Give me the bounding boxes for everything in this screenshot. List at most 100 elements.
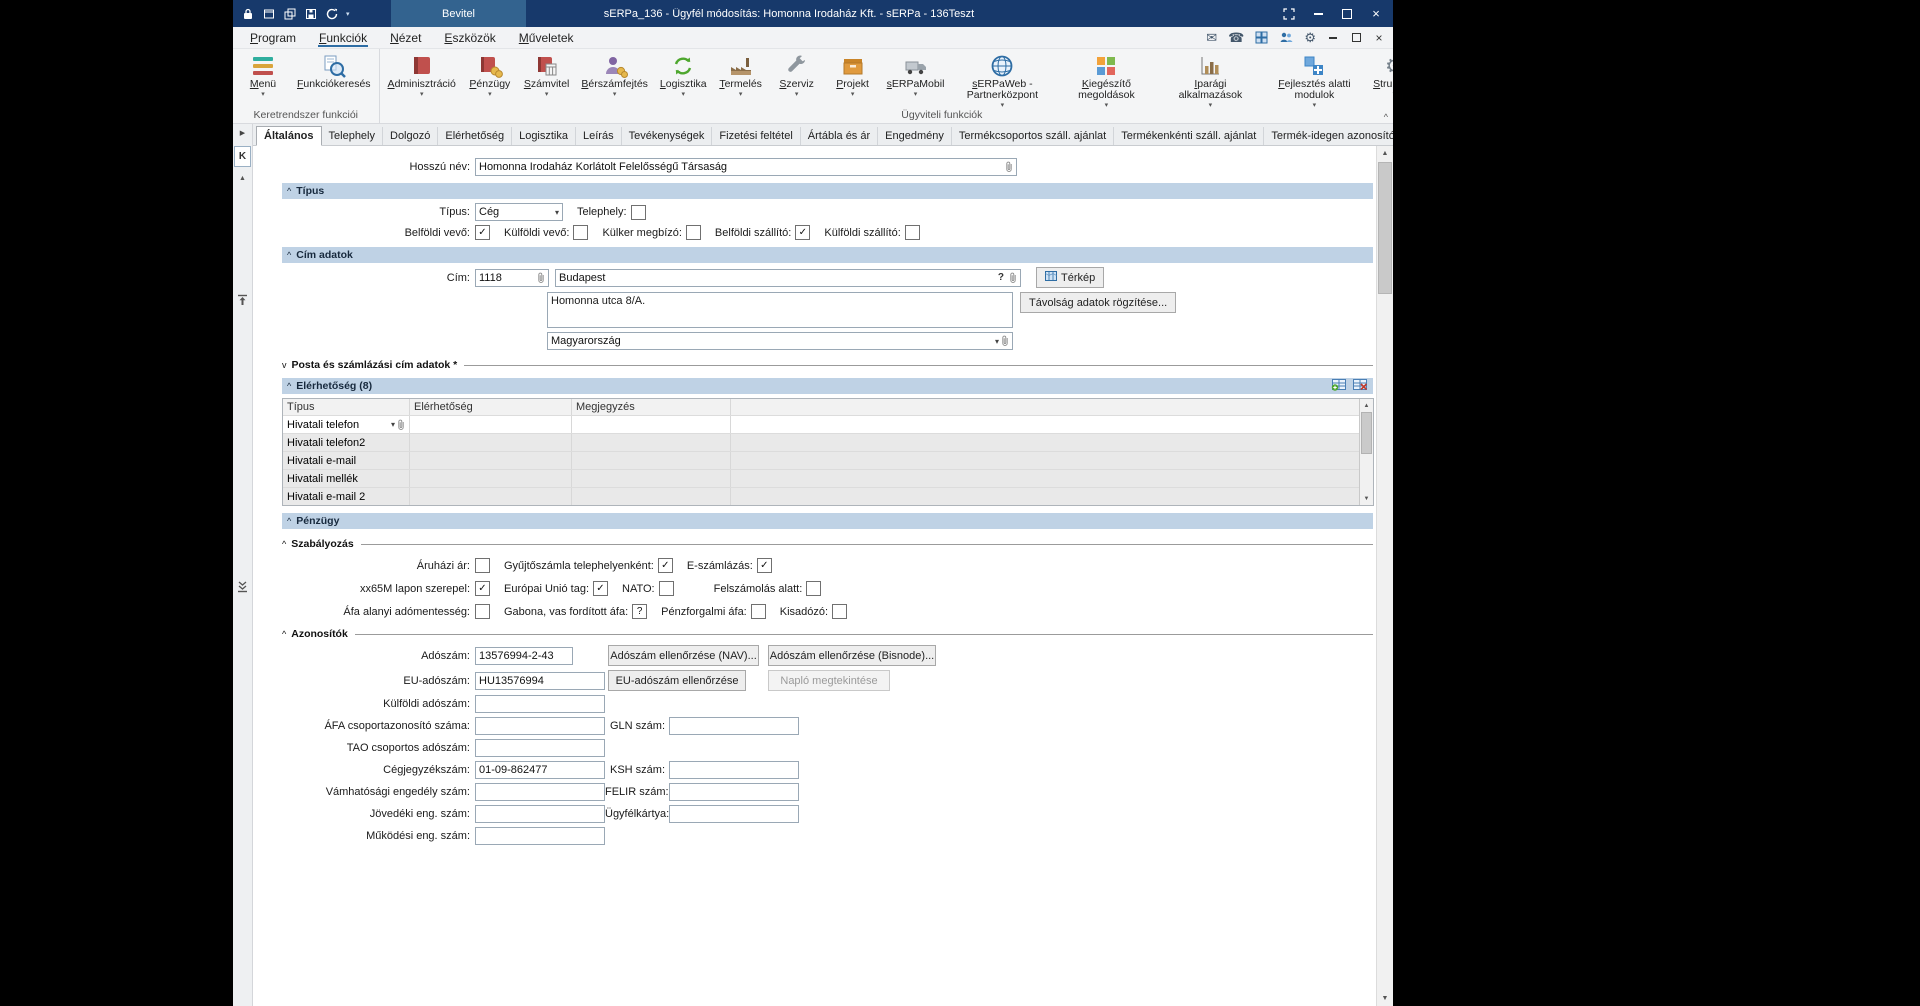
tipus-select[interactable]: Cég ▾ [475, 203, 563, 221]
section-azonositok[interactable]: ^ Azonosítók [282, 628, 1373, 640]
ribbon-item-termeles[interactable]: Termelés ▾ [713, 51, 769, 107]
kulfoldi-szallito-checkbox[interactable] [904, 225, 920, 240]
felir-input[interactable] [669, 783, 799, 801]
apps-grid-icon[interactable] [1255, 31, 1268, 44]
kulfoldi-adoszam-input[interactable] [475, 695, 605, 713]
settings-gear-icon[interactable]: ⚙ [1304, 31, 1316, 44]
section-penzugy[interactable]: ^ Pénzügy [282, 513, 1373, 529]
table-row[interactable]: Hivatali e-mail [283, 451, 1373, 469]
adoszam-bisnode-button[interactable]: Adószám ellenőrzése (Bisnode)... [768, 645, 936, 666]
paperclip-icon[interactable] [537, 272, 545, 284]
ribbon-item-szerviz[interactable]: Szerviz ▾ [769, 51, 825, 107]
jovedeki-input[interactable] [475, 805, 605, 823]
afa-csoport-input[interactable] [475, 717, 605, 735]
scrollbar-thumb[interactable] [1378, 162, 1392, 294]
ribbon-item-funkciokereses[interactable]: Funkciókeresés [291, 51, 377, 107]
gyujtoszamla-checkbox[interactable]: ✓ [657, 558, 673, 573]
tipus-cell-select[interactable]: Hivatali telefon ▾ [283, 416, 410, 433]
country-select[interactable]: Magyarország ▾ [547, 332, 1013, 350]
tab-artabla-es-ar[interactable]: Ártábla és ár [801, 127, 879, 145]
child-restore-button[interactable] [1350, 32, 1362, 44]
scrollbar-thumb[interactable] [1361, 412, 1372, 454]
vamhatosagi-input[interactable] [475, 783, 605, 801]
tab-logisztika[interactable]: Logisztika [512, 127, 576, 145]
penzforgalmi-checkbox[interactable] [750, 604, 766, 619]
adoszam-input[interactable]: 13576994-2-43 [475, 646, 573, 665]
long-name-input[interactable]: Homonna Irodaház Korlátolt Felelősségű T… [475, 158, 1017, 176]
ribbon-item-penzugy[interactable]: Pénzügy ▾ [462, 51, 518, 107]
section-cim-adatok[interactable]: ^ Cím adatok [282, 247, 1373, 263]
menu-muveletek[interactable]: Műveletek [518, 29, 575, 47]
scroll-down-icon[interactable]: ▼ [1377, 991, 1393, 1006]
kulfoldi-vevo-checkbox[interactable] [573, 225, 589, 240]
megjegyzes-cell[interactable] [572, 416, 731, 433]
ribbon-item-menu[interactable]: Menü ▾ [235, 51, 291, 107]
tab-elerhetoseg[interactable]: Elérhetőség [438, 127, 513, 145]
paperclip-icon[interactable] [1005, 161, 1013, 173]
eu-tag-checkbox[interactable]: ✓ [593, 581, 608, 596]
tipus-cell[interactable]: Hivatali e-mail [283, 452, 410, 469]
tipus-cell[interactable]: Hivatali telefon2 [283, 434, 410, 451]
section-posta-szamlazasi[interactable]: v Posta és számlázási cím adatok * [282, 359, 1373, 371]
megjegyzes-cell[interactable] [572, 452, 731, 469]
ertek-cell[interactable] [410, 434, 572, 451]
ksh-input[interactable] [669, 761, 799, 779]
refresh-icon[interactable] [325, 7, 339, 21]
tab-fizetesi-feltetel[interactable]: Fizetési feltétel [712, 127, 801, 145]
zip-input[interactable]: 1118 [475, 268, 549, 287]
cegjegyzekszam-input[interactable]: 01-09-862477 [475, 761, 605, 779]
telephely-checkbox[interactable] [630, 204, 646, 220]
menu-eszkozok[interactable]: Eszközök [443, 29, 496, 47]
scroll-up-icon[interactable]: ▲ [1377, 146, 1393, 161]
tavolsag-adatok-button[interactable]: Távolság adatok rögzítése... [1020, 292, 1177, 313]
section-szabalyozas[interactable]: ^ Szabályozás [282, 538, 1373, 550]
table-add-row-icon[interactable] [1331, 378, 1347, 394]
ribbon-item-serpamobil[interactable]: sERPaMobil ▾ [881, 51, 951, 107]
ribbon-item-serpaweb[interactable]: sERPaWeb - Partnerközpont ▾ [950, 51, 1054, 109]
column-header[interactable]: Elérhetőség [410, 399, 572, 415]
section-tipus[interactable]: ^ Típus [282, 183, 1373, 199]
dock-pin-top-icon[interactable] [237, 294, 248, 306]
qat-customize-caret-icon[interactable]: ▾ [346, 10, 350, 18]
street-input[interactable]: Homonna utca 8/A. [547, 292, 1013, 328]
child-minimize-button[interactable] [1327, 32, 1339, 44]
mukodesi-input[interactable] [475, 827, 605, 845]
e-szamlazas-checkbox[interactable]: ✓ [756, 558, 772, 573]
gabona-checkbox[interactable]: ? [632, 604, 648, 619]
section-elerhetoseg[interactable]: ^ Elérhetőség (8) [282, 378, 1373, 394]
tipus-cell[interactable]: Hivatali mellék [283, 470, 410, 487]
kisadozo-checkbox[interactable] [832, 604, 848, 619]
tipus-cell[interactable]: Hivatali e-mail 2 [283, 488, 410, 505]
tab-leiras[interactable]: Leírás [576, 127, 622, 145]
aruhazi-ar-checkbox[interactable] [475, 558, 490, 573]
ribbon-item-adminisztracio[interactable]: Adminisztráció ▾ [382, 51, 462, 107]
megjegyzes-cell[interactable] [572, 488, 731, 505]
felszamolas-checkbox[interactable] [806, 581, 822, 596]
ribbon-collapse-icon[interactable]: ^ [1384, 112, 1388, 122]
window-icon[interactable] [262, 7, 276, 21]
ugyfelkartya-input[interactable] [669, 805, 799, 823]
close-button[interactable]: × [1369, 7, 1383, 21]
xx65m-checkbox[interactable]: ✓ [475, 581, 490, 596]
afa-alanyi-checkbox[interactable] [475, 604, 490, 619]
maximize-button[interactable] [1340, 7, 1354, 21]
tao-input[interactable] [475, 739, 605, 757]
ribbon-item-iparagi[interactable]: Iparági alkalmazások ▾ [1158, 51, 1262, 109]
lock-icon[interactable] [241, 7, 255, 21]
lookup-question-icon[interactable]: ? [998, 272, 1004, 283]
dock-pin-bottom-icon[interactable] [237, 581, 248, 593]
menu-nezet[interactable]: Nézet [389, 29, 422, 47]
dock-up-icon[interactable]: ▲ [239, 175, 246, 182]
child-close-button[interactable]: × [1373, 31, 1385, 45]
tab-altalanos[interactable]: Általános [256, 126, 322, 146]
users-icon[interactable] [1279, 31, 1293, 44]
tab-tevekenysegek[interactable]: Tevékenységek [622, 127, 713, 145]
table-delete-row-icon[interactable] [1352, 378, 1368, 394]
ertek-cell[interactable] [410, 470, 572, 487]
gln-input[interactable] [669, 717, 799, 735]
tab-termek-idegen[interactable]: Termék-idegen azonosító [1264, 127, 1393, 145]
megjegyzes-cell[interactable] [572, 470, 731, 487]
save-icon[interactable] [304, 7, 318, 21]
ertek-cell[interactable] [410, 416, 572, 433]
paperclip-icon[interactable] [1009, 272, 1017, 284]
